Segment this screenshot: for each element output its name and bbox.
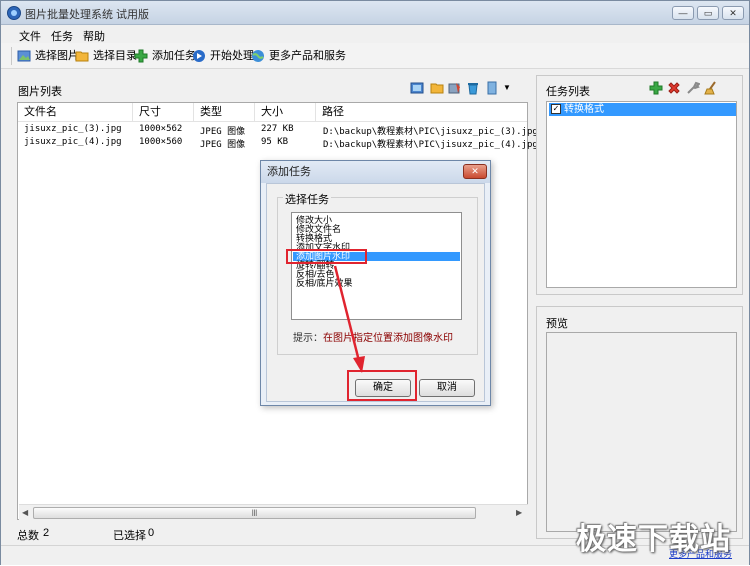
annotation-arrow [333, 265, 365, 373]
main-window: 图片批量处理系统 试用版 — ▭ ✕ 文件 任务 帮助 选择图片 选择目录 添加… [0, 0, 750, 565]
